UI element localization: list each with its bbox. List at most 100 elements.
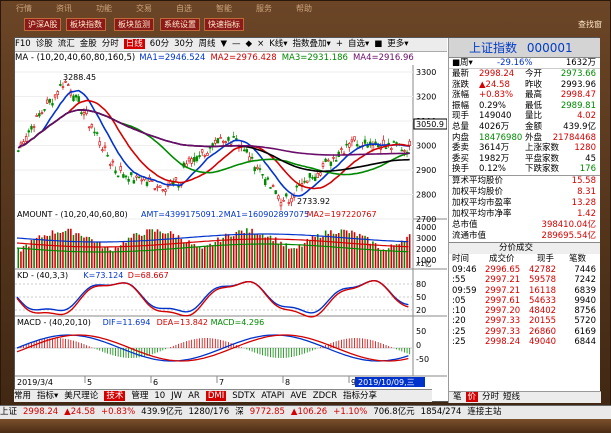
candle-body: [290, 197, 293, 203]
tick-time: :25: [452, 326, 466, 337]
candlestick-chart[interactable]: 33003200310030002900280027003288.452733.…: [15, 38, 447, 390]
volume-bar: [109, 250, 112, 268]
side-tab[interactable]: 笔: [453, 392, 462, 402]
candle-body: [221, 140, 225, 143]
candle-body: [295, 185, 298, 188]
pane-value: D=68.667: [128, 271, 169, 280]
candle-body: [61, 86, 65, 88]
volume-bar: [64, 230, 67, 268]
col-count: 笔数: [569, 253, 587, 264]
quote-row: 委卖 3614万 上涨家数 1280: [449, 143, 600, 154]
candle-body: [316, 173, 319, 178]
volume-bar: [209, 243, 211, 268]
side-tab[interactable]: 短线: [503, 392, 520, 402]
volume-bar: [343, 229, 345, 268]
tick-time: :20: [452, 316, 466, 327]
candle-body: [174, 177, 178, 181]
volume-bar: [277, 243, 280, 268]
pane-value: DIF=11.694: [103, 318, 151, 327]
candle-body: [261, 173, 264, 176]
ticker-item: 2998.24: [23, 407, 59, 417]
indicator-tab[interactable]: AVE: [290, 391, 306, 401]
candle-body: [59, 83, 62, 86]
candle-body: [122, 174, 125, 178]
candle-body: [124, 175, 128, 178]
volume-bar: [188, 240, 190, 268]
indicator-tab[interactable]: DMI: [205, 391, 227, 401]
indicator-tab[interactable]: 指标▾: [37, 391, 58, 401]
menu-item[interactable]: 智能: [216, 3, 232, 14]
candle-body: [145, 181, 149, 186]
current-price: 3050.9: [416, 120, 444, 129]
week-dropdown[interactable]: ■周▾: [452, 58, 473, 68]
pane-value: MACD=4.296: [211, 318, 265, 327]
menu-item[interactable]: 服务: [256, 3, 272, 14]
candle-body: [311, 177, 314, 179]
indicator-tab[interactable]: 管理: [131, 391, 148, 401]
volume-bar: [351, 230, 353, 268]
candle-body: [350, 139, 354, 143]
index-name: 上证指数: [469, 41, 518, 55]
volume-bar: [167, 233, 169, 268]
volume-bar: [393, 245, 395, 268]
quote-value: 21784468: [552, 132, 596, 143]
quote-label: 最新: [452, 69, 470, 79]
indicator-tab[interactable]: 10: [154, 391, 165, 401]
stat-label: 加权平均市净率: [452, 208, 512, 219]
volume-bar: [238, 230, 240, 268]
indicator-tab[interactable]: JW: [171, 391, 182, 401]
indicator-tab[interactable]: 技术: [104, 391, 126, 401]
volume-bar: [148, 229, 151, 268]
indicator-tab[interactable]: 常用: [14, 391, 31, 401]
volume-bar: [319, 237, 322, 268]
ticker-item: 上证: [0, 407, 18, 417]
candle-body: [67, 84, 70, 86]
indicator-tab[interactable]: 指标分享: [343, 391, 377, 401]
indicator-tab[interactable]: SDTX: [232, 391, 255, 401]
candle-body: [306, 180, 309, 183]
candle-body: [187, 157, 191, 162]
indicator-tab[interactable]: ZDCR: [313, 391, 337, 401]
period-selector[interactable]: ■周▾ -29.16% 1632万: [449, 58, 600, 69]
volume-bar: [35, 237, 38, 268]
candle-body: [282, 199, 285, 202]
menu-item[interactable]: 资讯: [56, 3, 72, 14]
candle-body: [80, 112, 83, 114]
pane-label: AMOUNT - (10,20,40,60,80): [17, 210, 128, 219]
quick-indicator-button[interactable]: 快速指标: [204, 18, 244, 31]
menu-item[interactable]: 帮助: [296, 3, 312, 14]
ticker-item: 深: [235, 407, 244, 417]
volume-bar: [369, 243, 372, 268]
menu-item[interactable]: 行情: [16, 3, 32, 14]
menu-item[interactable]: 交易: [136, 3, 152, 14]
indicator-tab[interactable]: ATAPI: [261, 391, 284, 401]
ticker-item: ▲106.26: [290, 407, 328, 417]
monitor-button[interactable]: 板块监测: [114, 18, 154, 31]
side-tab[interactable]: 分时: [482, 392, 499, 402]
menu-item[interactable]: 自选: [176, 3, 192, 14]
tick-count: 5720: [574, 316, 596, 327]
macd-tick: -50: [416, 355, 429, 364]
volume-bar: [175, 237, 177, 268]
candle-body: [342, 152, 346, 155]
candle-body: [24, 136, 28, 142]
candle-body: [166, 185, 170, 187]
indicator-tab[interactable]: 美尺理论: [64, 391, 98, 401]
volume-bar: [340, 229, 343, 268]
volume-bar: [385, 250, 387, 268]
volume-bar: [104, 246, 106, 268]
settings-button[interactable]: 系统设置: [160, 18, 200, 31]
candle-body: [271, 185, 275, 188]
market-button[interactable]: 沪深A股: [24, 18, 62, 31]
find-window-button[interactable]: 查找窗: [578, 19, 602, 30]
quote-value: 3614万: [479, 143, 510, 154]
menu-item[interactable]: 功能: [96, 3, 112, 14]
candle-body: [219, 137, 222, 139]
stat-row: 流通市值 289695.54亿: [449, 231, 600, 242]
quote-label: 振幅: [452, 100, 470, 111]
volume-bar: [169, 231, 172, 268]
index-button[interactable]: 板块指数: [66, 18, 106, 31]
volume-bar: [259, 234, 261, 268]
indicator-tab[interactable]: AR: [188, 391, 200, 401]
side-tab[interactable]: 价: [465, 392, 479, 402]
